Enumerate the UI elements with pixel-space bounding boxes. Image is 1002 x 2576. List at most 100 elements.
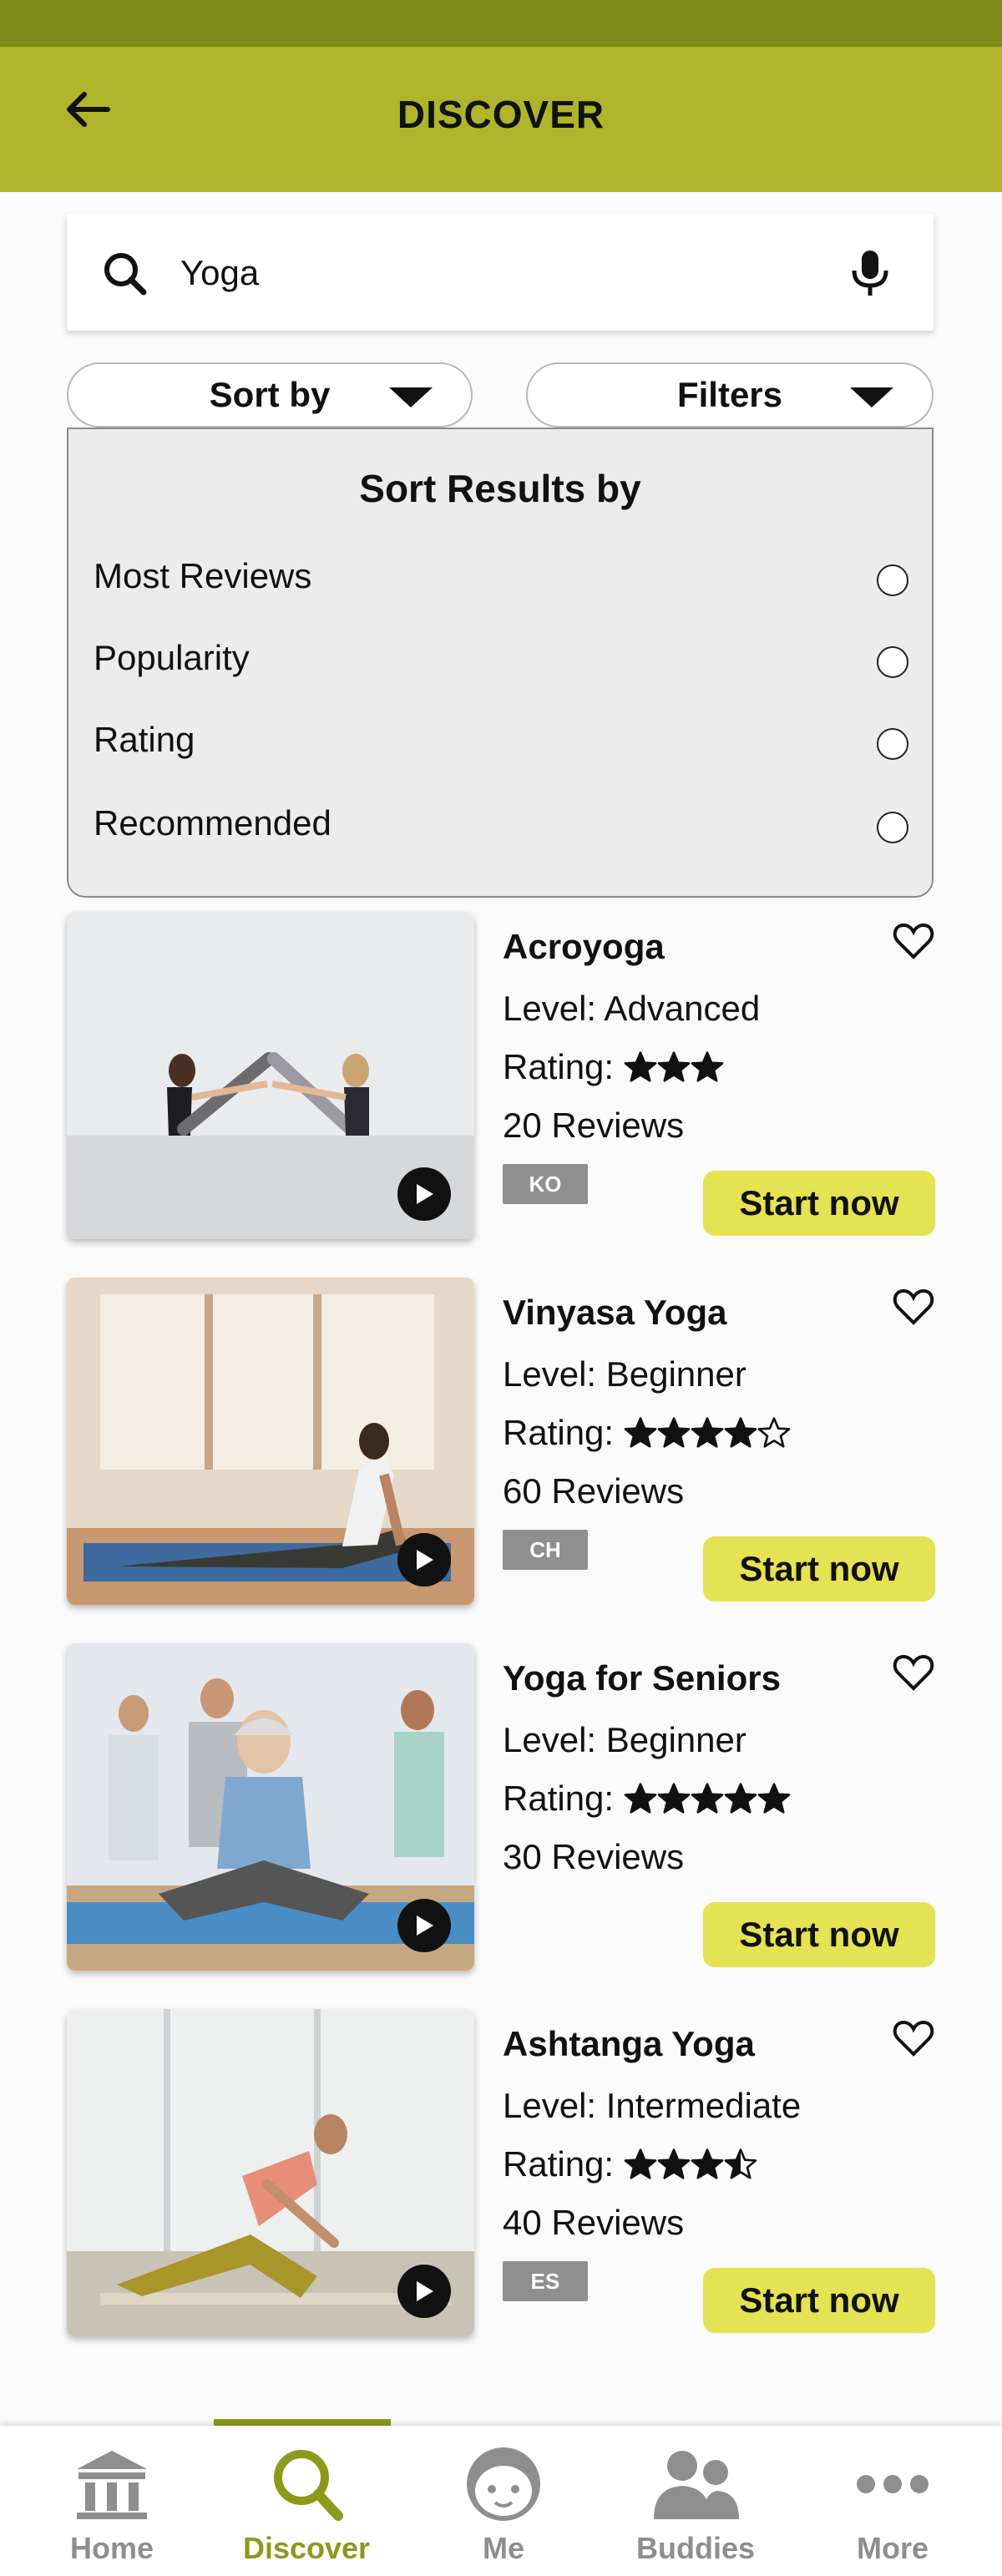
play-button[interactable] (397, 1167, 451, 1221)
star-full-icon (624, 1783, 657, 1814)
heart-icon[interactable] (892, 1286, 935, 1326)
star-full-icon (624, 1417, 657, 1448)
star-rating (624, 1782, 791, 1815)
nav-label: Discover (242, 2531, 371, 2565)
rating-label: Rating: (503, 1779, 615, 1818)
nav-label: More (856, 2531, 929, 2565)
radio-button[interactable] (877, 728, 908, 760)
class-level: Level: Intermediate (503, 2086, 802, 2125)
nav-item-home[interactable]: Home (12, 2426, 212, 2576)
dropdown-triangle-icon (389, 387, 433, 407)
nav-label: Home (69, 2531, 154, 2565)
radio-button[interactable] (877, 646, 908, 678)
search-bar (67, 214, 934, 331)
result-card: Vinyasa Yoga Level: Beginner Rating: 60 … (67, 1278, 935, 1612)
heart-icon[interactable] (892, 2017, 935, 2057)
class-thumbnail[interactable] (67, 1278, 474, 1605)
people-icon (654, 2451, 739, 2519)
more-icon (857, 2475, 929, 2493)
star-full-icon (691, 1051, 724, 1082)
star-rating (624, 1050, 724, 1084)
star-full-icon (724, 1417, 757, 1448)
play-icon (417, 1916, 433, 1936)
class-thumbnail[interactable] (67, 2009, 474, 2336)
sort-option-label: Most Reviews (94, 556, 312, 595)
sort-option-label: Popularity (94, 638, 250, 677)
bottom-navigation: Home Discover Me Buddies More (0, 2426, 1002, 2576)
class-level: Level: Advanced (503, 989, 761, 1028)
radio-button[interactable] (877, 812, 908, 843)
class-reviews: 30 Reviews (503, 1837, 685, 1876)
class-title: Vinyasa Yoga (503, 1293, 727, 1332)
nav-item-me[interactable]: Me (403, 2426, 604, 2576)
star-full-icon (757, 1783, 791, 1814)
class-reviews: 20 Reviews (503, 1106, 685, 1145)
sort-option-rating[interactable]: Rating (68, 703, 932, 778)
star-full-icon (691, 1783, 724, 1814)
star-full-icon (657, 1783, 691, 1814)
microphone-icon[interactable] (845, 247, 895, 301)
language-badge: CH (503, 1530, 588, 1570)
start-now-button[interactable]: Start now (703, 2268, 935, 2333)
class-title: Acroyoga (503, 927, 665, 966)
dropdown-triangle-icon (850, 387, 893, 407)
rating-label: Rating: (503, 2144, 615, 2184)
sort-option-label: Rating (94, 720, 195, 759)
play-button[interactable] (397, 2265, 451, 2318)
search-icon (104, 253, 147, 296)
class-rating: Rating: (503, 1779, 791, 1819)
rating-label: Rating: (503, 1413, 615, 1452)
star-empty-icon (757, 1417, 791, 1448)
search-icon (274, 2450, 343, 2521)
class-level: Level: Beginner (503, 1354, 746, 1394)
star-rating (624, 1416, 791, 1450)
class-thumbnail[interactable] (67, 912, 474, 1239)
search-input[interactable] (180, 244, 832, 302)
sort-by-label: Sort by (209, 375, 331, 414)
class-reviews: 60 Reviews (503, 1471, 685, 1511)
heart-icon[interactable] (892, 1652, 935, 1692)
nav-item-more[interactable]: More (792, 2426, 993, 2576)
class-thumbnail[interactable] (67, 1643, 474, 1971)
sort-option-recommended[interactable]: Recommended (68, 787, 932, 862)
class-title: Ashtanga Yoga (503, 2024, 755, 2063)
start-now-button[interactable]: Start now (703, 1171, 935, 1236)
sort-by-dropdown[interactable]: Sort by (67, 362, 473, 428)
status-bar (0, 0, 1002, 47)
star-full-icon (724, 1783, 757, 1814)
sort-panel-title: Sort Results by (359, 467, 641, 510)
play-icon (417, 1550, 433, 1570)
rating-label: Rating: (503, 1047, 615, 1086)
sort-option-popularity[interactable]: Popularity (68, 621, 932, 696)
result-card: Ashtanga Yoga Level: Intermediate Rating… (67, 2009, 935, 2343)
class-title: Yoga for Seniors (503, 1658, 781, 1698)
star-full-icon (691, 1417, 724, 1448)
star-full-icon (624, 2148, 657, 2179)
star-full-icon (657, 1051, 691, 1082)
filters-label: Filters (676, 375, 783, 414)
result-card: Yoga for Seniors Level: Beginner Rating:… (67, 1643, 935, 1977)
language-badge: KO (503, 1164, 588, 1204)
star-full-icon (657, 2148, 691, 2179)
star-full-icon (624, 1051, 657, 1082)
language-badge: ES (503, 2261, 588, 2301)
start-now-button[interactable]: Start now (703, 1902, 935, 1967)
filters-dropdown[interactable]: Filters (526, 362, 934, 428)
nav-item-buddies[interactable]: Buddies (595, 2426, 796, 2576)
result-card: Acroyoga Level: Advanced Rating: 20 Revi… (67, 912, 935, 1246)
play-button[interactable] (397, 1899, 451, 1952)
star-half-icon (724, 2148, 757, 2179)
sort-panel: Sort Results by Most Reviews Popularity … (67, 428, 934, 898)
class-reviews: 40 Reviews (503, 2203, 685, 2242)
heart-icon[interactable] (892, 920, 935, 960)
radio-button[interactable] (877, 564, 908, 596)
start-now-button[interactable]: Start now (703, 1536, 935, 1602)
class-rating: Rating: (503, 2144, 757, 2184)
play-icon (417, 2281, 433, 2301)
nav-item-discover[interactable]: Discover (206, 2426, 407, 2576)
class-level: Level: Beginner (503, 1720, 746, 1759)
star-full-icon (691, 2148, 724, 2179)
nav-label: Me (482, 2531, 524, 2565)
play-button[interactable] (397, 1533, 451, 1587)
sort-option-most-reviews[interactable]: Most Reviews (68, 539, 932, 615)
